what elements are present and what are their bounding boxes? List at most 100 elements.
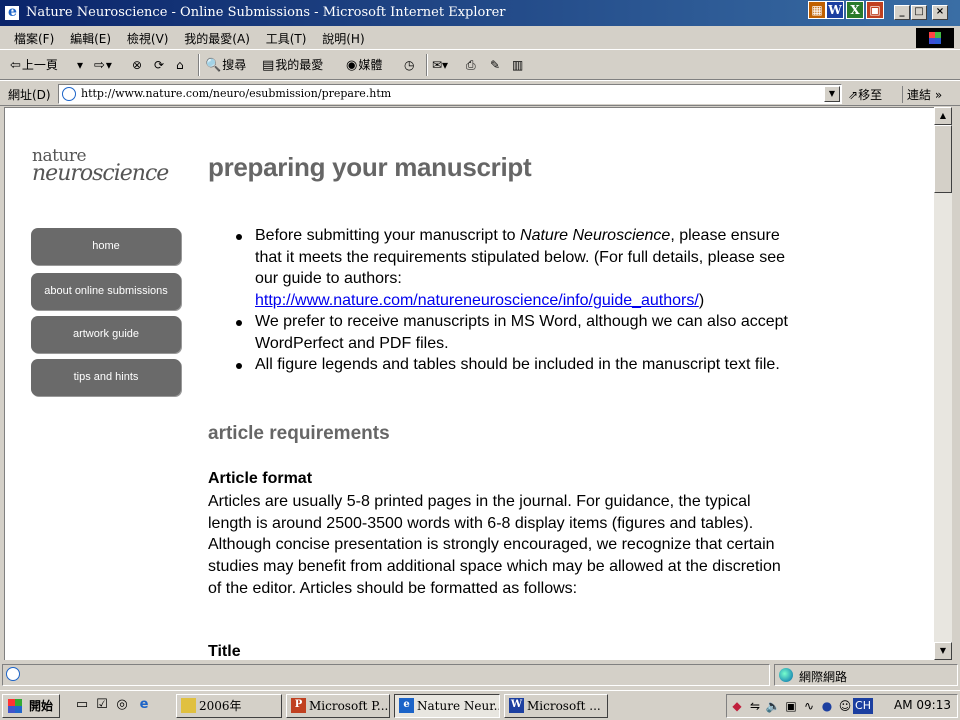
nav-home-button[interactable]: home bbox=[31, 228, 181, 265]
taskbar: 開始 ▭ ☑ ◎ e 2006年 P Microsoft P... e Nature… bbox=[0, 690, 960, 720]
task-label: Microsoft P... bbox=[309, 699, 389, 713]
favorites-icon: ▤ bbox=[262, 58, 275, 73]
task-label: 2006年 bbox=[199, 699, 242, 713]
task-label: Nature Neur... bbox=[417, 699, 500, 713]
nav-tips-button[interactable]: tips and hints bbox=[31, 359, 181, 396]
go-label: 移至 bbox=[858, 88, 883, 102]
bullet-text: ) bbox=[698, 291, 705, 309]
tray-app-icon[interactable]: ☺ bbox=[837, 698, 853, 714]
forward-button[interactable]: ⇨▾ bbox=[94, 55, 112, 75]
refresh-icon[interactable]: ⟳ bbox=[154, 55, 164, 75]
back-label: 上一頁 bbox=[21, 58, 58, 72]
media-label: 媒體 bbox=[358, 58, 383, 72]
word-shortcut-icon[interactable]: W bbox=[826, 1, 844, 19]
mail-icon[interactable]: ✉▾ bbox=[432, 55, 448, 75]
ie-window-icon[interactable] bbox=[4, 4, 20, 21]
address-dropdown-icon[interactable]: ▼ bbox=[824, 86, 840, 102]
journal-name: Nature Neuroscience bbox=[520, 227, 671, 244]
nature-neuroscience-logo[interactable]: nature neuroscience bbox=[32, 148, 169, 186]
print-icon[interactable]: ⎙ bbox=[466, 55, 476, 75]
address-label: 網址(D) bbox=[8, 88, 51, 102]
menu-tools[interactable]: 工具(T) bbox=[260, 26, 313, 47]
go-button[interactable]: ⇗移至 bbox=[848, 86, 882, 103]
scroll-up-button[interactable]: ▲ bbox=[934, 107, 952, 125]
close-button[interactable]: × bbox=[932, 5, 948, 20]
task-folder-2006[interactable]: 2006年 bbox=[176, 694, 282, 718]
forward-arrow-icon: ⇨ bbox=[94, 58, 105, 73]
media-player-icon[interactable]: ◎ bbox=[114, 697, 130, 713]
clock[interactable]: AM 09:13 bbox=[894, 698, 951, 712]
title-bar: Nature Neuroscience - Online Submissions… bbox=[0, 0, 960, 26]
home-icon[interactable]: ⌂ bbox=[176, 55, 184, 75]
bullet-text: Before submitting your manuscript to bbox=[255, 227, 521, 244]
media-button[interactable]: ◉媒體 bbox=[346, 55, 382, 75]
stop-icon[interactable]: ⊗ bbox=[132, 55, 142, 75]
menu-favorites[interactable]: 我的最愛(A) bbox=[178, 26, 256, 47]
tray-network-icon[interactable]: ⇋ bbox=[747, 698, 763, 714]
word-icon: W bbox=[509, 698, 524, 713]
system-tray: ◆ ⇋ 🔈 ▣ ∿ ● ☺ CH AM 09:13 bbox=[726, 694, 958, 718]
window-frame bbox=[952, 107, 960, 660]
toolbar-separator bbox=[198, 54, 200, 76]
menu-file[interactable]: 檔案(F) bbox=[8, 26, 60, 47]
security-zone: 網際網路 bbox=[774, 664, 958, 686]
page-status-icon bbox=[6, 667, 20, 681]
tray-monitor-icon[interactable]: ▣ bbox=[783, 698, 799, 714]
go-arrow-icon: ⇗ bbox=[848, 88, 859, 102]
zone-label: 網際網路 bbox=[799, 670, 848, 684]
menu-help[interactable]: 說明(H) bbox=[316, 26, 370, 47]
toolbar-separator bbox=[426, 54, 428, 76]
address-input[interactable]: http://www.nature.com/neuro/esubmission/… bbox=[58, 84, 842, 104]
powerpoint-shortcut-icon[interactable]: ▣ bbox=[866, 1, 884, 19]
nav-artwork-button[interactable]: artwork guide bbox=[31, 316, 181, 353]
list-item: All figure legends and tables should be … bbox=[230, 354, 790, 376]
links-button[interactable]: 連結 » bbox=[902, 86, 942, 103]
ie-quicklaunch-icon[interactable]: e bbox=[136, 697, 152, 713]
ime-indicator[interactable]: CH bbox=[853, 698, 873, 714]
task-label: Microsoft ... bbox=[527, 699, 601, 713]
show-desktop-icon[interactable]: ▭ bbox=[74, 697, 90, 713]
minimize-button[interactable]: _ bbox=[894, 5, 910, 20]
back-button[interactable]: ⇦上一頁 bbox=[10, 55, 58, 75]
tray-signal-icon[interactable]: ∿ bbox=[801, 698, 817, 714]
tray-globe-icon[interactable]: ● bbox=[819, 698, 835, 714]
edit-icon[interactable]: ✎ bbox=[490, 55, 500, 75]
task-powerpoint[interactable]: P Microsoft P... bbox=[286, 694, 390, 718]
task-nature-neuroscience[interactable]: e Nature Neur... bbox=[394, 694, 500, 718]
search-label: 搜尋 bbox=[222, 58, 247, 72]
requirements-list: Before submitting your manuscript to Nat… bbox=[230, 225, 790, 376]
logo-line-2: neuroscience bbox=[32, 161, 169, 186]
status-bar: 網際網路 bbox=[0, 662, 960, 688]
list-item: We prefer to receive manuscripts in MS W… bbox=[230, 311, 790, 354]
powerpoint-icon: P bbox=[291, 698, 306, 713]
toolbar: ⇦上一頁 ▾ ⇨▾ ⊗ ⟳ ⌂ 🔍搜尋 ▤我的最愛 ◉媒體 ◷ ✉▾ ⎙ ✎ ▥ bbox=[0, 50, 960, 80]
folder-icon bbox=[181, 698, 196, 713]
tray-diamond-icon[interactable]: ◆ bbox=[729, 698, 745, 714]
search-button[interactable]: 🔍搜尋 bbox=[205, 55, 246, 75]
history-icon[interactable]: ◷ bbox=[404, 55, 414, 75]
discuss-icon[interactable]: ▥ bbox=[512, 55, 523, 75]
page-viewport: nature neuroscience home about online su… bbox=[4, 107, 934, 660]
quicklaunch-icon[interactable]: ☑ bbox=[94, 697, 110, 713]
menu-view[interactable]: 檢視(V) bbox=[121, 26, 175, 47]
maximize-button[interactable]: □ bbox=[911, 5, 927, 20]
nav-about-button[interactable]: about online submissions bbox=[31, 273, 181, 310]
excel-shortcut-icon[interactable]: X bbox=[846, 1, 864, 19]
internet-globe-icon bbox=[779, 668, 793, 682]
volume-icon[interactable]: 🔈 bbox=[765, 698, 781, 714]
menu-edit[interactable]: 編輯(E) bbox=[64, 26, 117, 47]
guide-to-authors-link[interactable]: http://www.nature.com/natureneuroscience… bbox=[255, 292, 699, 309]
task-word[interactable]: W Microsoft ... bbox=[504, 694, 608, 718]
scroll-down-button[interactable]: ▼ bbox=[934, 642, 952, 660]
subheading-article-format: Article format bbox=[208, 470, 313, 487]
office-shortcut-icon[interactable]: ▦ bbox=[808, 1, 826, 19]
favorites-button[interactable]: ▤我的最愛 bbox=[262, 55, 323, 75]
list-item: Before submitting your manuscript to Nat… bbox=[230, 225, 790, 311]
links-label: 連結 bbox=[907, 88, 932, 102]
start-button[interactable]: 開始 bbox=[2, 694, 60, 718]
page-title: preparing your manuscript bbox=[208, 152, 532, 182]
vertical-scrollbar[interactable]: ▲ ▼ bbox=[934, 107, 952, 660]
status-text-area bbox=[2, 664, 770, 686]
back-dropdown-icon[interactable]: ▾ bbox=[77, 55, 83, 75]
scroll-thumb[interactable] bbox=[934, 125, 952, 193]
